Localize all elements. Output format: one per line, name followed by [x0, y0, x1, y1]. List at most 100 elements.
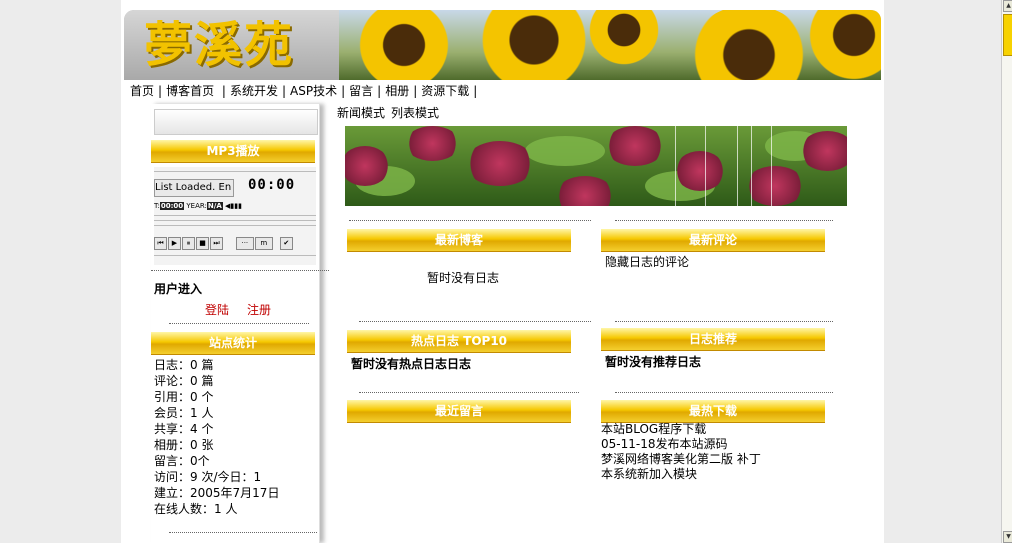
stat-online: 在线人数：1 人 [154, 502, 238, 516]
site-banner: 夢溪苑 [124, 10, 881, 80]
hot-top10-empty: 暂时没有热点日志日志 [351, 357, 472, 371]
play-icon[interactable]: ▶ [168, 237, 181, 250]
divider [615, 392, 833, 393]
site-logo[interactable]: 夢溪苑 [144, 14, 294, 76]
divider [751, 126, 752, 206]
view-mode-switch: 新闻模式 列表模式 [337, 104, 445, 121]
divider [675, 126, 676, 206]
page-container: 夢溪苑 首页 | 博客首页 | 系统开发 | ASP技术 | 留言 | 相册 | 资源下载 | MP3播… [121, 0, 884, 543]
download-item[interactable]: 本站BLOG程序下载 [601, 422, 761, 437]
download-item[interactable]: 本系统新加入模块 [601, 467, 761, 482]
stat-shares: 共享：4 个 [154, 422, 214, 436]
nav-separator: | [281, 84, 286, 98]
left-sidebar: MP3播放 List Loaded. En 00:00 T:00:00 YEAR… [151, 104, 329, 543]
flower-shape [405, 126, 460, 161]
divider [359, 392, 579, 393]
nav-blog-home[interactable]: 博客首页 [166, 84, 214, 98]
check-icon[interactable]: ✔ [279, 237, 293, 250]
latest-blog-header: 最新博客 [347, 229, 571, 252]
scroll-down-icon[interactable]: ▼ [1003, 531, 1012, 543]
stat-photos: 相册：0 张 [154, 438, 214, 452]
flower-shape [465, 141, 535, 186]
divider [154, 171, 316, 172]
nav-separator: | [473, 84, 478, 98]
stat-messages: 留言：0个 [154, 454, 210, 468]
divider [151, 270, 329, 271]
register-link[interactable]: 注册 [247, 303, 271, 317]
nav-downloads[interactable]: 资源下载 [421, 84, 469, 98]
flower-shape [675, 151, 725, 191]
stat-posts: 日志：0 篇 [154, 358, 214, 372]
stop-icon[interactable]: ■ [196, 237, 209, 250]
divider [154, 220, 316, 221]
divider [154, 215, 316, 216]
divider [705, 126, 706, 206]
hot-top10-header: 热点日志 TOP10 [347, 330, 571, 353]
latest-comment-item[interactable]: 隐藏日志的评论 [605, 253, 689, 270]
nav-separator: | [158, 84, 163, 98]
logo-area: 夢溪苑 [124, 10, 339, 80]
next-icon[interactable]: ⏭ [210, 237, 223, 250]
news-mode-link[interactable]: 新闻模式 [337, 106, 385, 120]
sunflower-banner-image [339, 10, 881, 80]
recent-messages-header: 最近留言 [347, 400, 571, 423]
top-downloads-list: 本站BLOG程序下载 05-11-18发布本站源码 梦溪网络博客美化第二版 补丁… [601, 422, 761, 482]
pause-icon[interactable]: ⏸ [182, 237, 195, 250]
nav-asp[interactable]: ASP技术 [290, 84, 337, 98]
divider [359, 321, 591, 322]
previous-icon[interactable]: ⏮ [154, 237, 167, 250]
scroll-up-icon[interactable]: ▲ [1003, 0, 1012, 12]
nav-separator: | [341, 84, 346, 98]
divider [154, 225, 316, 226]
latest-blog-empty: 暂时没有日志 [427, 271, 500, 285]
top-downloads-header: 最热下载 [601, 400, 825, 423]
divider [615, 220, 833, 221]
leaf-shape [525, 136, 605, 166]
mp3-player: List Loaded. En 00:00 T:00:00 YEAR:N/A ◀… [154, 167, 316, 265]
list-mode-link[interactable]: 列表模式 [391, 106, 439, 120]
divider [154, 255, 316, 256]
nav-album[interactable]: 相册 [385, 84, 409, 98]
user-links: 登陆 注册 [205, 301, 289, 318]
nav-home[interactable]: 首页 [130, 84, 154, 98]
sunflower-shape [689, 10, 809, 80]
stat-trackbacks: 引用：0 个 [154, 390, 214, 404]
divider [349, 220, 591, 221]
volume-icon[interactable]: ◀▮▮▮ [225, 202, 242, 210]
download-item[interactable]: 05-11-18发布本站源码 [601, 437, 761, 452]
flower-shape [605, 126, 665, 166]
mp3-controls: ⏮ ▶ ⏸ ■ ⏭ ··· m ✔ [154, 237, 294, 250]
flower-shape [555, 176, 615, 206]
vertical-scrollbar[interactable]: ▲ ▼ [1001, 0, 1012, 543]
divider [615, 321, 833, 322]
mp3-list-status: List Loaded. En [154, 179, 234, 197]
divider [169, 323, 309, 324]
flower-shape [800, 131, 847, 171]
download-item[interactable]: 梦溪网络博客美化第二版 补丁 [601, 452, 761, 467]
sunflower-shape [589, 10, 659, 65]
mp3-track-info: T:00:00 YEAR:N/A ◀▮▮▮ [154, 202, 242, 210]
nav-separator: | [413, 84, 418, 98]
scroll-thumb[interactable] [1003, 14, 1012, 56]
nav-system-dev[interactable]: 系统开发 [230, 84, 278, 98]
site-stats-header: 站点统计 [151, 332, 315, 355]
lilac-banner-image [345, 126, 847, 206]
user-login-title: 用户进入 [154, 282, 203, 296]
mp3-time-display: 00:00 [248, 177, 296, 193]
sunflower-shape [809, 10, 881, 80]
login-link[interactable]: 登陆 [205, 303, 229, 317]
recommended-empty: 暂时没有推荐日志 [605, 355, 702, 369]
playlist-button[interactable]: ··· [235, 237, 254, 250]
mp3-t-value: 00:00 [159, 202, 185, 210]
stat-visits: 访问：9 次/今日：1 [154, 470, 262, 484]
site-stats-list: 日志：0 篇 评论：0 篇 引用：0 个 会员：1 人 共享：4 个 相册：0 … [154, 357, 279, 517]
sidebar-top-box [154, 109, 318, 135]
recommended-header: 日志推荐 [601, 328, 825, 351]
divider [737, 126, 738, 206]
mp3-header: MP3播放 [151, 140, 315, 163]
nav-guestbook[interactable]: 留言 [349, 84, 373, 98]
stat-comments: 评论：0 篇 [154, 374, 214, 388]
stat-members: 会员：1 人 [154, 406, 214, 420]
stat-created: 建立：2005年7月17日 [154, 486, 280, 500]
mode-button[interactable]: m [254, 237, 273, 250]
